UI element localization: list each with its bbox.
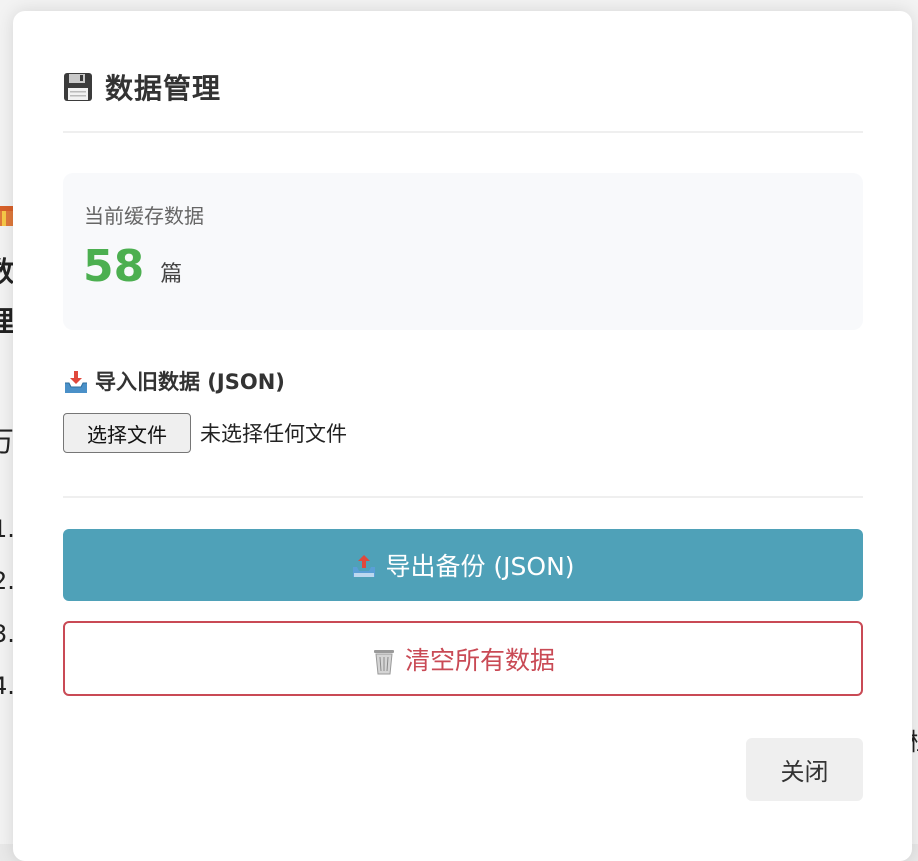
floppy-disk-icon: [63, 72, 93, 102]
export-backup-button[interactable]: 导出备份 (JSON): [63, 529, 863, 601]
background-gift-icon: [0, 200, 14, 232]
cache-stats-panel: 当前缓存数据 58 篇: [63, 173, 863, 330]
trash-can-icon: [371, 647, 395, 674]
close-button[interactable]: 关闭: [746, 738, 863, 801]
modal-title: 数据管理: [105, 72, 222, 105]
data-management-modal: 数据管理 当前缓存数据 58 篇 导入旧数据 (JSON) 选择文件 未选择任何…: [13, 11, 912, 861]
cache-count-unit: 篇: [160, 262, 183, 287]
choose-file-button[interactable]: 选择文件: [63, 413, 191, 453]
outbox-tray-icon: [351, 553, 376, 577]
file-input: 选择文件 未选择任何文件: [63, 413, 347, 453]
import-section-heading: 导入旧数据 (JSON): [63, 366, 285, 396]
cache-count: 58: [83, 241, 145, 292]
import-heading-text: 导入旧数据 (JSON): [95, 370, 285, 394]
export-button-label: 导出备份 (JSON): [385, 552, 575, 581]
section-divider: [63, 496, 863, 498]
clear-all-data-button[interactable]: 清空所有数据: [63, 621, 863, 696]
background-text: 万: [0, 425, 15, 458]
background-text: 理: [0, 305, 15, 338]
cache-stats-value: 58 篇: [83, 241, 182, 292]
background-text: 数: [0, 255, 15, 288]
header-divider: [63, 131, 863, 133]
clear-button-label: 清空所有数据: [404, 645, 555, 675]
cache-stats-label: 当前缓存数据: [84, 204, 204, 228]
inbox-tray-icon: [63, 369, 87, 393]
file-status-text: 未选择任何文件: [200, 422, 347, 446]
modal-header: 数据管理: [63, 69, 221, 105]
